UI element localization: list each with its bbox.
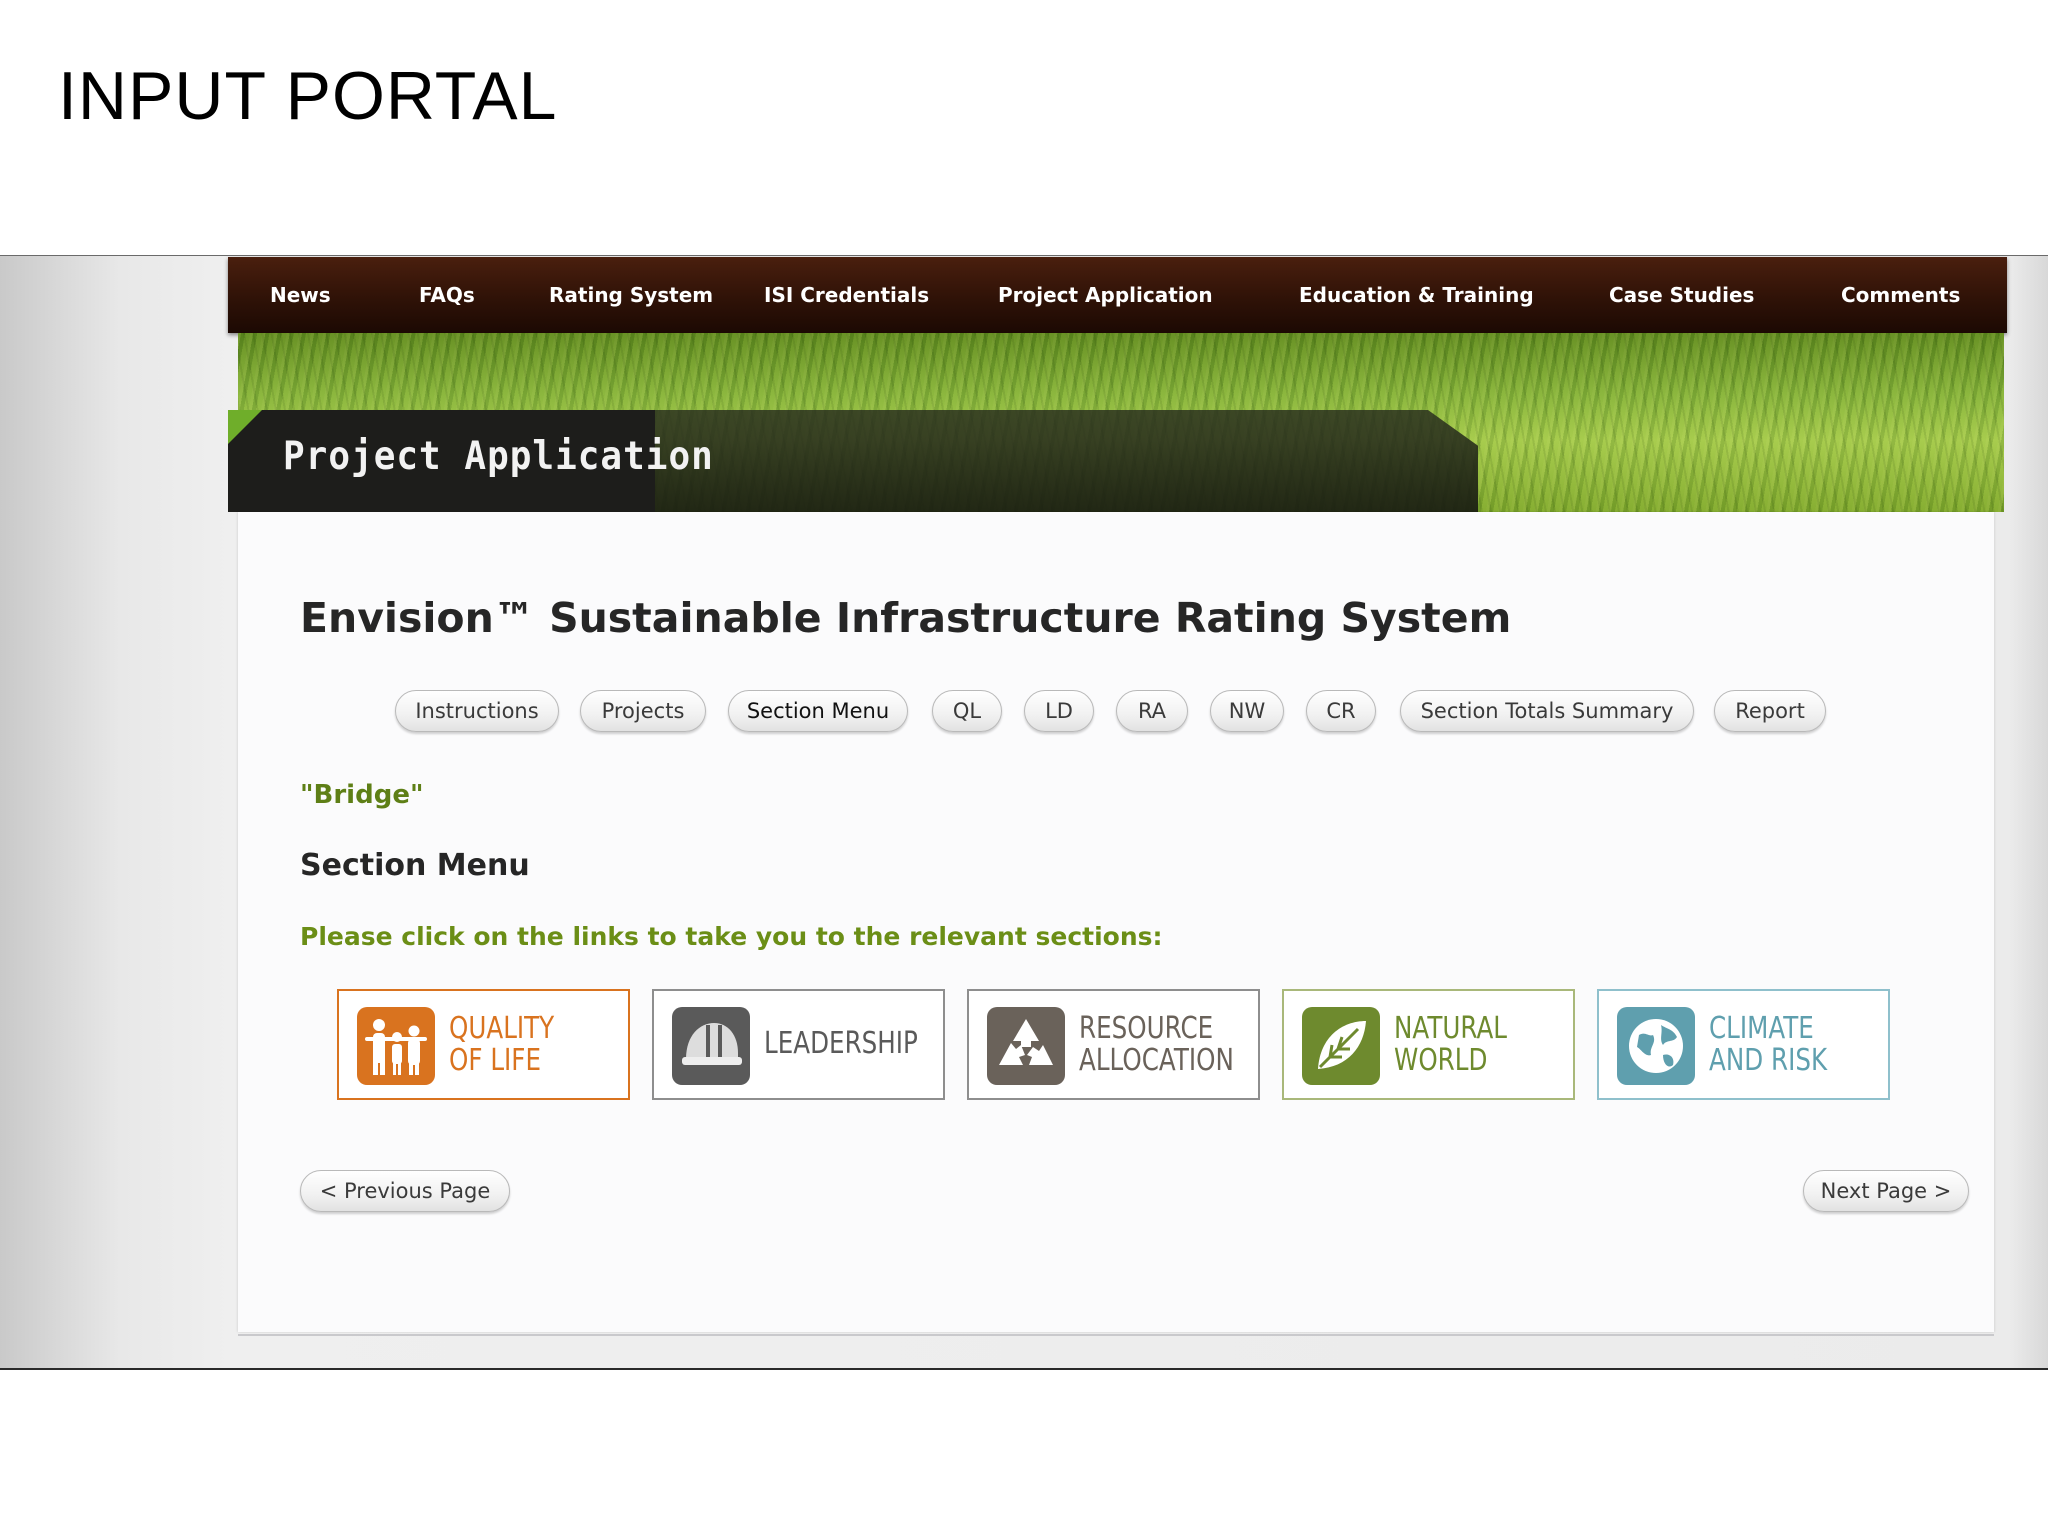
nav-isi-credentials[interactable]: ISI Credentials bbox=[764, 257, 929, 333]
slide-title: INPUT PORTAL bbox=[58, 58, 558, 134]
hardhat-icon bbox=[672, 1007, 750, 1085]
instruction-text: Please click on the links to take you to… bbox=[300, 922, 1163, 951]
tab-section-totals-summary[interactable]: Section Totals Summary bbox=[1400, 690, 1694, 732]
browser-screenshot: News FAQs Rating System ISI Credentials … bbox=[0, 255, 2048, 1370]
recycle-icon bbox=[987, 1007, 1065, 1085]
category-label: NATURAL WORLD bbox=[1394, 1011, 1507, 1078]
tab-cr[interactable]: CR bbox=[1306, 690, 1376, 732]
main-content: Envision™ Sustainable Infrastructure Rat… bbox=[238, 512, 1994, 1332]
tab-report[interactable]: Report bbox=[1714, 690, 1826, 732]
tab-ra[interactable]: RA bbox=[1116, 690, 1188, 732]
website: News FAQs Rating System ISI Credentials … bbox=[228, 256, 2007, 1368]
tab-instructions[interactable]: Instructions bbox=[395, 690, 559, 732]
nav-rating-system[interactable]: Rating System bbox=[549, 257, 713, 333]
page-heading: Envision™ Sustainable Infrastructure Rat… bbox=[300, 594, 1512, 642]
tab-ld[interactable]: LD bbox=[1024, 690, 1094, 732]
category-card-resource-allocation[interactable]: RESOURCE ALLOCATION bbox=[967, 989, 1260, 1100]
content-divider bbox=[238, 1334, 1994, 1336]
nav-case-studies[interactable]: Case Studies bbox=[1609, 257, 1754, 333]
tab-ql[interactable]: QL bbox=[932, 690, 1002, 732]
banner-title: Project Application bbox=[283, 433, 714, 480]
tab-nw[interactable]: NW bbox=[1210, 690, 1284, 732]
nav-news[interactable]: News bbox=[270, 257, 331, 333]
project-name: "Bridge" bbox=[300, 780, 424, 810]
category-card-quality-of-life[interactable]: QUALITY OF LIFE bbox=[337, 989, 630, 1100]
category-card-leadership[interactable]: LEADERSHIP bbox=[652, 989, 945, 1100]
leaf-icon bbox=[1302, 1007, 1380, 1085]
family-icon bbox=[357, 1007, 435, 1085]
tab-section-menu[interactable]: Section Menu bbox=[728, 690, 908, 732]
nav-faqs[interactable]: FAQs bbox=[419, 257, 475, 333]
banner-corner-accent bbox=[228, 410, 262, 444]
section-heading: Section Menu bbox=[300, 848, 530, 883]
previous-page-button[interactable]: < Previous Page bbox=[300, 1170, 510, 1212]
tab-projects[interactable]: Projects bbox=[580, 690, 706, 732]
category-label: LEADERSHIP bbox=[764, 1026, 918, 1061]
nav-comments[interactable]: Comments bbox=[1841, 257, 1960, 333]
category-label: QUALITY OF LIFE bbox=[449, 1011, 555, 1078]
category-label: RESOURCE ALLOCATION bbox=[1079, 1011, 1234, 1078]
section-subnav: Instructions Projects Section Menu QL LD… bbox=[238, 690, 1994, 736]
nav-education-training[interactable]: Education & Training bbox=[1299, 257, 1534, 333]
next-page-button[interactable]: Next Page > bbox=[1803, 1170, 1969, 1212]
nav-project-application[interactable]: Project Application bbox=[998, 257, 1213, 333]
category-card-natural-world[interactable]: NATURAL WORLD bbox=[1282, 989, 1575, 1100]
category-label: CLIMATE AND RISK bbox=[1709, 1011, 1828, 1078]
globe-icon bbox=[1617, 1007, 1695, 1085]
top-navigation: News FAQs Rating System ISI Credentials … bbox=[228, 257, 2007, 333]
category-card-climate-and-risk[interactable]: CLIMATE AND RISK bbox=[1597, 989, 1890, 1100]
